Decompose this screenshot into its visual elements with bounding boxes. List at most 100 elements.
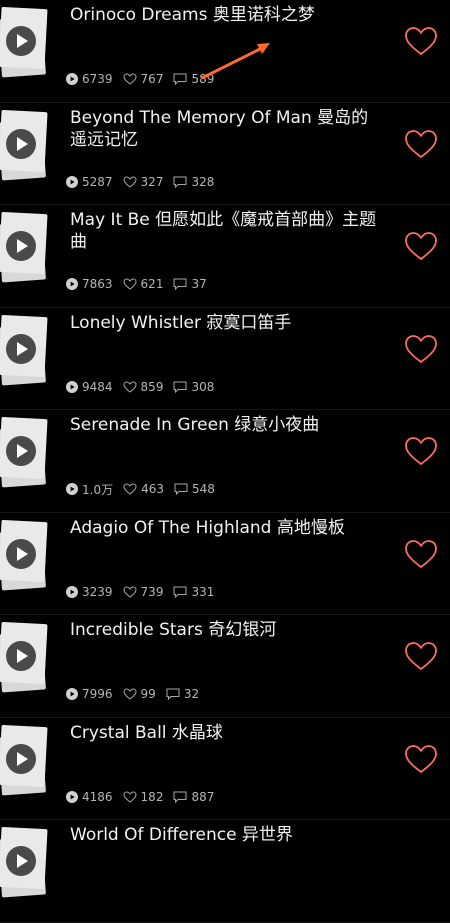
like-count-value: 621 [140,277,164,291]
comment-icon [173,176,187,188]
album-thumbnail[interactable] [0,416,50,488]
play-count: 1.0万 [66,481,113,498]
song-item[interactable]: May It Be 但愿如此《魔戒首部曲》主题曲 7863 621 37 [0,205,450,308]
album-thumbnail[interactable] [0,826,50,898]
song-title: Crystal Ball 水晶球 [70,722,223,743]
heart-icon[interactable] [404,26,438,56]
play-icon[interactable] [6,333,36,364]
heart-icon[interactable] [404,641,438,671]
comment-count-value: 548 [192,482,215,496]
album-thumbnail[interactable] [0,314,50,386]
like-count: 463 [123,482,164,496]
play-icon[interactable] [6,641,36,671]
play-count-icon [66,483,78,495]
like-count-value: 182 [140,789,164,804]
play-count-icon [66,688,78,700]
comment-count: 548 [174,482,215,496]
album-thumbnail[interactable] [0,6,50,78]
play-count-value: 7863 [82,277,113,291]
song-item[interactable]: Incredible Stars 奇幻银河 7996 99 32 [0,615,450,718]
song-item[interactable]: Orinoco Dreams 奥里诺科之梦 6739 767 589 [0,0,450,103]
heart-outline-icon [123,585,137,598]
song-title: Orinoco Dreams 奥里诺科之梦 [70,5,315,25]
comment-count-value: 589 [191,72,215,86]
heart-icon[interactable] [404,539,438,569]
play-count-icon [66,585,78,598]
heart-outline-icon [123,278,137,290]
comment-count: 328 [173,175,214,189]
play-count-icon [66,380,78,393]
play-count: 9484 [66,380,113,394]
play-count: 7996 [66,687,113,701]
comment-count: 589 [173,72,214,86]
song-stats: 5287 327 328 [66,174,224,190]
comment-count-value: 37 [191,277,207,291]
play-icon[interactable] [6,538,36,569]
play-count: 3239 [66,585,113,599]
play-count-value: 5287 [82,174,113,189]
song-title: Lonely Whistler 寂寞口笛手 [70,312,292,333]
play-icon[interactable] [6,231,36,261]
song-item[interactable]: Beyond The Memory Of Man 曼岛的遥远记忆 5287 32… [0,103,450,205]
play-count-value: 4186 [82,789,113,804]
play-count-value: 9484 [82,379,113,394]
comment-count: 308 [173,380,214,394]
album-thumbnail[interactable] [0,211,50,283]
play-icon[interactable] [6,128,36,159]
play-count-icon [66,175,78,188]
comment-count-value: 331 [191,584,215,599]
comment-count-value: 887 [191,789,215,804]
heart-icon[interactable] [404,744,438,774]
song-item[interactable]: Crystal Ball 水晶球 4186 182 887 [0,718,450,820]
song-title: Serenade In Green 绿意小夜曲 [70,415,320,435]
comment-icon [166,688,180,700]
song-stats: 7863 621 37 [66,276,217,292]
song-stats: 7996 99 32 [66,686,209,702]
heart-outline-icon [123,73,137,85]
play-count-icon [66,790,78,803]
like-count: 327 [123,175,163,189]
comment-icon [173,791,187,803]
song-title: World Of Difference 异世界 [70,825,293,845]
like-count: 99 [123,687,156,701]
song-stats: 3239 739 331 [66,584,224,600]
song-item[interactable]: Serenade In Green 绿意小夜曲 1.0万 463 548 [0,410,450,513]
comment-icon [174,483,188,495]
album-thumbnail[interactable] [0,724,50,796]
song-title: Incredible Stars 奇幻银河 [70,620,277,640]
like-count-value: 739 [140,584,164,599]
like-count: 739 [123,584,164,599]
play-count-icon [66,278,78,290]
song-title: May It Be 但愿如此《魔戒首部曲》主题曲 [70,210,377,252]
comment-count: 32 [166,687,199,701]
album-thumbnail[interactable] [0,109,50,181]
song-stats: 1.0万 463 548 [66,481,225,497]
heart-outline-icon [123,790,137,803]
album-thumbnail[interactable] [0,621,50,693]
heart-icon[interactable] [404,436,438,466]
song-item[interactable]: World Of Difference 异世界 [0,820,450,923]
play-count: 6739 [66,72,113,86]
heart-icon[interactable] [404,231,438,261]
comment-count-value: 32 [183,687,200,701]
heart-icon[interactable] [404,334,438,364]
song-list: Orinoco Dreams 奥里诺科之梦 6739 767 589 Beyon… [0,0,450,923]
song-item[interactable]: Adagio Of The Highland 高地慢板 3239 739 331 [0,513,450,615]
heart-icon[interactable] [404,129,438,159]
song-item[interactable]: Lonely Whistler 寂寞口笛手 9484 859 308 [0,308,450,410]
song-title: Adagio Of The Highland 高地慢板 [70,517,345,538]
comment-count-value: 308 [191,379,215,394]
like-count: 767 [123,72,163,86]
play-count: 4186 [66,790,113,804]
comment-count-value: 328 [191,174,215,189]
album-thumbnail[interactable] [0,519,50,591]
play-icon[interactable] [6,26,36,56]
play-icon[interactable] [6,436,36,466]
play-count: 7863 [66,277,113,291]
play-count-value: 3239 [82,584,113,599]
play-icon[interactable] [6,743,36,774]
comment-icon [173,586,187,598]
like-count-value: 99 [140,687,156,701]
like-count: 621 [123,277,164,291]
play-icon[interactable] [6,846,36,876]
